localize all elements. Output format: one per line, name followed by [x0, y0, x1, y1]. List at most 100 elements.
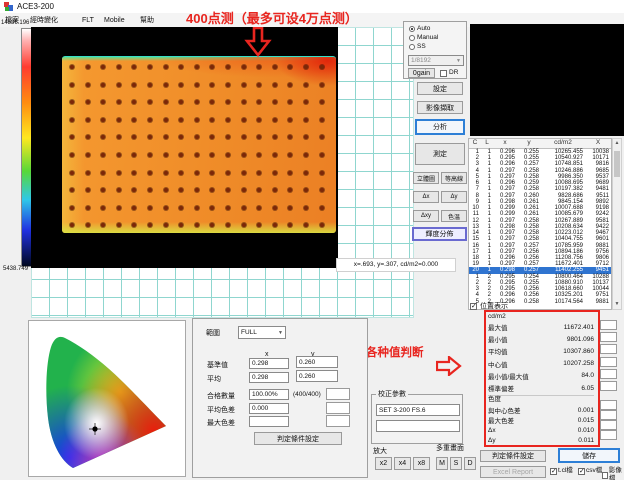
color-temp-button[interactable]: 色温: [441, 210, 467, 222]
points-table-body[interactable]: 110.2960.25510265.45510038210.2950.25510…: [469, 149, 611, 305]
results-lum-title: cd/m2: [488, 313, 594, 321]
position-display-checkbox[interactable]: ✓ 位置表示: [470, 302, 508, 311]
delta-y-button[interactable]: Δy: [441, 191, 467, 203]
measurement-point: [148, 223, 152, 227]
measurement-point: [164, 100, 168, 104]
measure-button[interactable]: 測定: [415, 143, 465, 165]
tcl-file-checkbox[interactable]: ✓ t.cl檔: [550, 467, 573, 475]
measurement-point: [320, 118, 324, 122]
measurement-point: [210, 171, 214, 175]
csv-file-checkbox[interactable]: ✓ csv檔: [578, 467, 602, 475]
ref-x-field[interactable]: 0.298: [249, 358, 289, 369]
result-chroma-row: Δx0.010: [488, 425, 594, 435]
measurement-point: [288, 100, 292, 104]
measurement-point: [132, 83, 136, 87]
radio-manual[interactable]: Manual: [409, 34, 438, 42]
solid-3d-button[interactable]: 立體圖: [413, 172, 439, 184]
measurement-point: [164, 223, 168, 227]
radio-auto-icon: [409, 26, 415, 32]
zero-gain-button[interactable]: 0gain: [408, 68, 435, 78]
excel-report-button[interactable]: Excel Report: [480, 466, 546, 478]
points-table-header: CLxycd/m2X: [469, 139, 611, 149]
measurement-point: [304, 223, 308, 227]
measurement-point: [117, 83, 121, 87]
measurement-point: [273, 135, 277, 139]
measurement-display[interactable]: [31, 27, 338, 268]
measurement-point: [226, 223, 230, 227]
ref-y-field[interactable]: 0.260: [296, 356, 338, 368]
measurement-point: [210, 118, 214, 122]
luminance-dist-button[interactable]: 輝度分佈: [412, 227, 467, 241]
table-header-x: x: [493, 139, 517, 148]
multi-d-button[interactable]: D: [464, 457, 476, 470]
scale-max-label: 14536.196: [1, 20, 35, 27]
measurement-point: [288, 223, 292, 227]
measurement-point: [288, 171, 292, 175]
delta-xy-button[interactable]: Δxy: [413, 210, 439, 222]
save-button[interactable]: 儲存: [558, 448, 620, 463]
settings-button[interactable]: 設定: [417, 82, 463, 95]
table-scrollbar[interactable]: ▲ ▼: [612, 138, 622, 310]
measurement-point: [304, 65, 308, 69]
magnify-x8-button[interactable]: x8: [413, 457, 430, 470]
measurement-point: [195, 206, 199, 210]
scroll-down-icon[interactable]: ▼: [613, 300, 621, 309]
measurement-point: [304, 83, 308, 87]
measurement-point: [257, 188, 261, 192]
pass-percent-field: 100.00%: [249, 389, 289, 400]
scroll-up-icon[interactable]: ▲: [613, 139, 621, 148]
measurement-point: [257, 223, 261, 227]
measurement-point: [70, 188, 74, 192]
magnify-x4-button[interactable]: x4: [394, 457, 411, 470]
measurement-point: [101, 153, 105, 157]
magnify-x2-button[interactable]: x2: [375, 457, 392, 470]
delta-x-button[interactable]: Δx: [413, 191, 439, 203]
menu-flt[interactable]: FLT: [82, 16, 94, 25]
measurement-point: [257, 206, 261, 210]
multi-s-button[interactable]: S: [450, 457, 462, 470]
cie-diagram-panel[interactable]: [28, 320, 186, 477]
dr-checkbox[interactable]: DR: [440, 69, 458, 77]
app-icon: [4, 2, 13, 11]
bottom-judge-condition-button[interactable]: 判定條件設定: [480, 450, 546, 462]
measurement-point: [210, 100, 214, 104]
measurement-point: [242, 171, 246, 175]
measurement-point: [148, 188, 152, 192]
menu-mobile[interactable]: Mobile: [104, 16, 125, 25]
measurement-point: [226, 206, 230, 210]
camera-preview[interactable]: [470, 24, 624, 136]
multi-m-button[interactable]: M: [436, 457, 448, 470]
multi-screen-label: 多重畫面: [436, 444, 464, 453]
points-table[interactable]: CLxycd/m2X 110.2960.25510265.45510038210…: [468, 138, 612, 310]
menu-help[interactable]: 幫助: [140, 16, 154, 25]
measurement-point: [304, 188, 308, 192]
radio-ss[interactable]: SS: [409, 43, 426, 51]
measurement-point: [304, 100, 308, 104]
calibration-field-2[interactable]: [376, 420, 460, 432]
result-lum-row: 最小值9801.096: [488, 333, 594, 345]
radio-auto[interactable]: Auto: [409, 25, 430, 33]
contour-button[interactable]: 等高線: [441, 172, 467, 184]
result-judge-box: [600, 320, 617, 330]
calibration-field[interactable]: SET 3-200 FS.6: [376, 404, 460, 416]
measurement-point: [320, 171, 324, 175]
measurement-point: [148, 83, 152, 87]
table-header-cd/m2: cd/m2: [541, 139, 585, 148]
chevron-down-icon: ▼: [456, 58, 461, 64]
image-file-checkbox[interactable]: 影像檔: [602, 467, 624, 480]
scrollbar-thumb[interactable]: [614, 151, 620, 177]
measurement-point: [179, 153, 183, 157]
image-capture-button[interactable]: 影像擷取: [417, 101, 463, 114]
avg-x-field[interactable]: 0.298: [249, 372, 289, 383]
measurement-point: [117, 118, 121, 122]
measurement-point: [179, 118, 183, 122]
analyze-button[interactable]: 分析: [415, 119, 465, 135]
measurement-point: [148, 100, 152, 104]
avg-y-field[interactable]: 0.260: [296, 370, 338, 382]
shutter-select[interactable]: 1/8192 ▼: [408, 55, 464, 66]
judge-condition-button[interactable]: 判定條件設定: [254, 432, 342, 445]
measurement-point: [86, 153, 90, 157]
measurement-point: [288, 153, 292, 157]
range-select[interactable]: FULL ▼: [238, 326, 286, 339]
measurement-point: [304, 135, 308, 139]
